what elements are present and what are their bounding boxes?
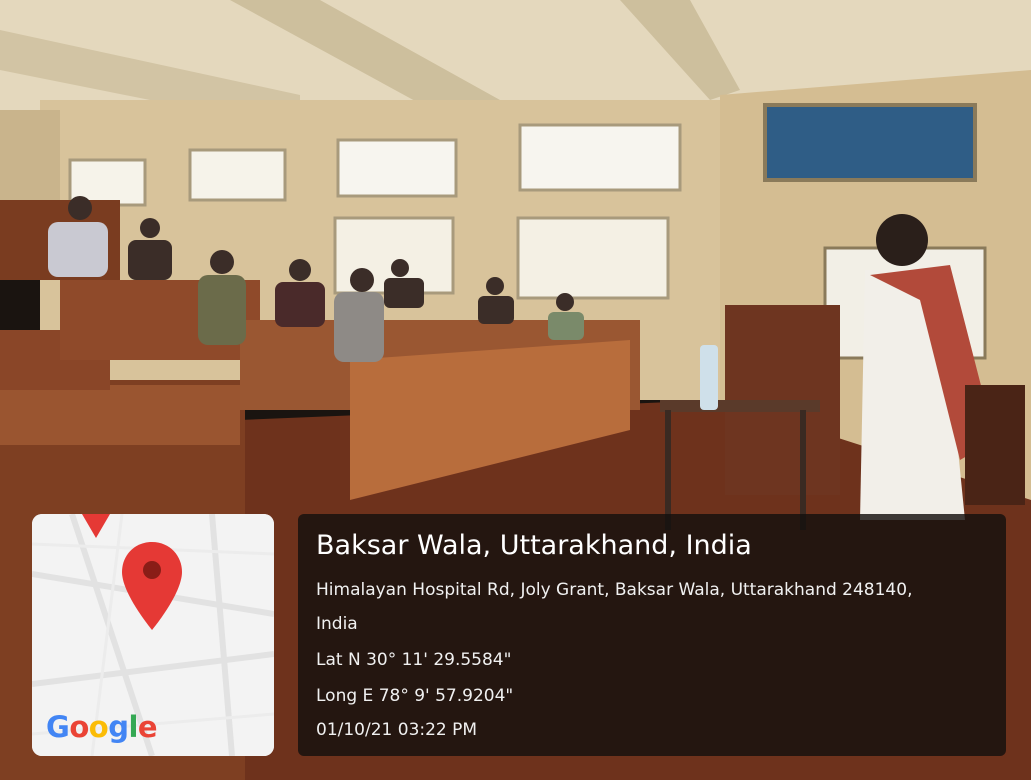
google-letter: o bbox=[69, 710, 89, 744]
google-logo: Google bbox=[46, 710, 158, 744]
timestamp: 01/10/21 03:22 PM bbox=[316, 720, 478, 740]
google-letter: g bbox=[108, 710, 129, 744]
side-table bbox=[660, 400, 820, 412]
google-letter: G bbox=[46, 710, 70, 744]
google-letter: l bbox=[128, 710, 138, 744]
address-line-1: Himalayan Hospital Rd, Joly Grant, Baksa… bbox=[316, 580, 913, 600]
latitude: Lat N 30° 11' 29.5584" bbox=[316, 650, 512, 670]
chair bbox=[965, 385, 1025, 505]
longitude: Long E 78° 9' 57.9204" bbox=[316, 686, 514, 706]
google-letter: o bbox=[88, 710, 109, 744]
map-thumbnail[interactable]: Google bbox=[32, 514, 274, 756]
google-letter: e bbox=[137, 710, 158, 744]
geotag-info-panel: Baksar Wala, Uttarakhand, India Himalaya… bbox=[298, 514, 1006, 756]
address-line-2: India bbox=[316, 614, 358, 634]
place-name: Baksar Wala, Uttarakhand, India bbox=[316, 530, 752, 561]
water-bottle bbox=[700, 345, 718, 410]
